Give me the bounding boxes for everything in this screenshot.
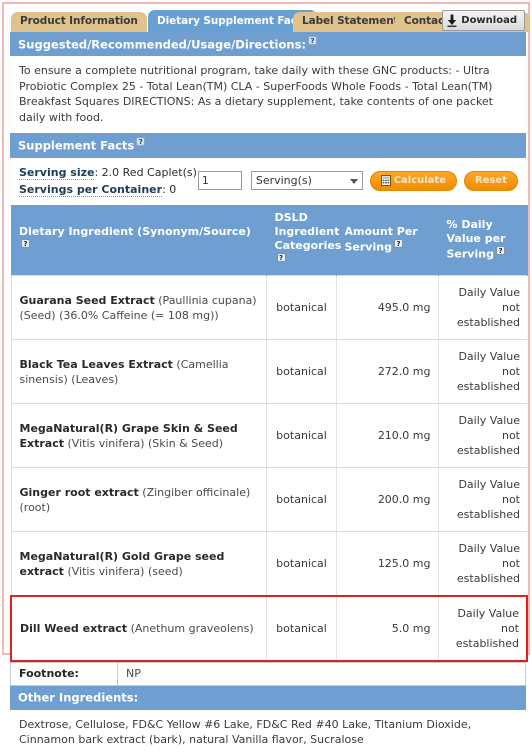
chevron-down-icon <box>349 178 358 184</box>
cell-daily-value: Daily Value not established <box>438 531 527 597</box>
ingredient-synonym: (Vitis vinifera) (Skin & Seed) <box>64 436 224 450</box>
table-row: MegaNatural(R) Gold Grape seed extract (… <box>10 531 527 597</box>
other-ingredients-header: Other Ingredients: <box>10 686 526 710</box>
footnote-row: Footnote: NP <box>10 662 526 687</box>
column-header-amount: Amount Per Serving? <box>336 204 439 276</box>
cell-category: botanical <box>266 403 337 469</box>
column-header-daily-value: % Daily Value per Serving? <box>438 204 528 276</box>
cell-daily-value: Daily Value not established <box>438 275 527 341</box>
calculate-button[interactable]: Calculate <box>369 170 457 191</box>
cell-daily-value: Daily Value not established <box>438 467 527 533</box>
quantity-input[interactable] <box>197 171 242 191</box>
column-header-ingredient-label: Dietary Ingredient (Synonym/Source) <box>19 224 251 238</box>
serving-size-value: : 2.0 Red Caplet(s) <box>94 165 197 179</box>
directions-header: Suggested/Recommended/Usage/Directions:? <box>10 32 526 57</box>
ingredient-synonym: (Vitis vinifera) (seed) <box>63 564 183 578</box>
ingredient-name: Ginger root extract <box>19 485 139 499</box>
help-icon-daily-value[interactable]: ? <box>495 245 505 255</box>
ingredient-table: Dietary Ingredient (Synonym/Source)? DSL… <box>10 204 528 663</box>
download-icon <box>447 14 457 27</box>
tab-dietary-supplement-facts[interactable]: Dietary Supplement Facts <box>148 10 317 32</box>
tab-bar: Product Information Dietary Supplement F… <box>10 10 531 32</box>
column-header-amount-label: Amount Per Serving <box>344 224 418 254</box>
serving-controls: Serving size: 2.0 Red Caplet(s) Servings… <box>10 157 526 205</box>
cell-amount: 5.0 mg <box>336 595 439 663</box>
footnote-value: NP <box>117 662 526 687</box>
download-button[interactable]: Download <box>442 10 525 31</box>
servings-per-container-label: Servings per Container <box>19 182 163 197</box>
cell-amount: 200.0 mg <box>336 467 439 533</box>
cell-daily-value: Daily Value not established <box>438 403 527 469</box>
cell-category: botanical <box>266 339 337 405</box>
other-ingredients-text: Dextrose, Cellulose, FD&C Yellow #6 Lake… <box>19 717 472 747</box>
servings-per-container-line: Servings per Container: 0 <box>19 181 198 198</box>
footnote-label: Footnote: <box>10 662 118 687</box>
cell-daily-value: Daily Value not established <box>438 595 528 663</box>
cell-category: botanical <box>266 531 337 597</box>
calculator-icon <box>380 175 391 187</box>
cell-category: botanical <box>266 467 337 533</box>
serving-size-label: Serving size <box>19 165 95 180</box>
help-icon-amount[interactable]: ? <box>393 238 403 248</box>
cell-ingredient: Dill Weed extract (Anethum graveolens) <box>10 595 267 663</box>
help-icon-directions[interactable]: ? <box>308 36 318 45</box>
table-header-row: Dietary Ingredient (Synonym/Source)? DSL… <box>11 204 528 276</box>
table-row: Guarana Seed Extract (Paullinia cupana) … <box>10 275 527 341</box>
table-row: Black Tea Leaves Extract (Camellia sinen… <box>10 339 527 405</box>
calculate-label: Calculate <box>393 175 446 187</box>
page-content: Product Information Dietary Supplement F… <box>10 6 531 746</box>
cell-amount: 272.0 mg <box>336 339 439 405</box>
serving-info: Serving size: 2.0 Red Caplet(s) Servings… <box>19 164 198 198</box>
help-icon-categories[interactable]: ? <box>276 252 286 262</box>
directions-text: To ensure a complete nutritional program… <box>10 56 526 134</box>
cell-ingredient: MegaNatural(R) Grape Skin & Seed Extract… <box>10 403 267 469</box>
cell-category: botanical <box>266 595 337 663</box>
cell-amount: 125.0 mg <box>336 531 439 597</box>
ingredient-name: Guarana Seed Extract <box>19 293 155 307</box>
ingredient-name: Dill Weed extract <box>20 622 128 636</box>
column-header-ingredient: Dietary Ingredient (Synonym/Source)? <box>11 204 267 276</box>
cell-ingredient: MegaNatural(R) Gold Grape seed extract (… <box>10 531 267 597</box>
ingredient-table-body: Guarana Seed Extract (Paullinia cupana) … <box>10 275 528 663</box>
help-icon-supplement-facts[interactable]: ? <box>136 137 146 147</box>
table-row: Dill Weed extract (Anethum graveolens) bo… <box>10 595 528 663</box>
table-row: Ginger root extract (Zingiber officinale… <box>10 467 527 533</box>
ingredient-name: Black Tea Leaves Extract <box>19 357 173 371</box>
supplement-facts-header: Supplement Facts? <box>10 133 526 158</box>
cell-ingredient: Ginger root extract (Zingiber officinale… <box>10 467 267 533</box>
column-header-categories: DSLD Ingredient Categories? <box>266 204 341 276</box>
page-frame: Product Information Dietary Supplement F… <box>2 2 531 746</box>
serving-unit-selected-value: Serving(s) <box>255 174 312 188</box>
serving-size-line: Serving size: 2.0 Red Caplet(s) <box>19 164 198 181</box>
cell-category: botanical <box>266 275 337 341</box>
ingredient-synonym: (Anethum graveolens) <box>127 622 254 636</box>
servings-per-container-value: : 0 <box>162 182 177 196</box>
table-row: MegaNatural(R) Grape Skin & Seed Extract… <box>10 403 527 469</box>
cell-ingredient: Black Tea Leaves Extract (Camellia sinen… <box>10 339 267 405</box>
cell-amount: 210.0 mg <box>336 403 439 469</box>
reset-label: Reset <box>475 175 507 187</box>
tab-product-information[interactable]: Product Information <box>11 12 147 32</box>
reset-button[interactable]: Reset <box>464 170 518 191</box>
cell-amount: 495.0 mg <box>336 275 439 341</box>
column-header-categories-label: DSLD Ingredient Categories <box>274 210 342 252</box>
directions-title: Suggested/Recommended/Usage/Directions: <box>18 37 307 52</box>
help-icon-ingredient[interactable]: ? <box>21 238 30 248</box>
cell-daily-value: Daily Value not established <box>438 339 527 405</box>
cell-ingredient: Guarana Seed Extract (Paullinia cupana) … <box>10 275 267 341</box>
supplement-facts-title: Supplement Facts <box>18 138 135 153</box>
download-label: Download <box>461 15 517 26</box>
other-ingredients-title: Other Ingredients: <box>18 690 139 705</box>
serving-unit-select[interactable]: Serving(s) <box>250 171 363 191</box>
footnote-table: Footnote: NP <box>10 662 526 687</box>
